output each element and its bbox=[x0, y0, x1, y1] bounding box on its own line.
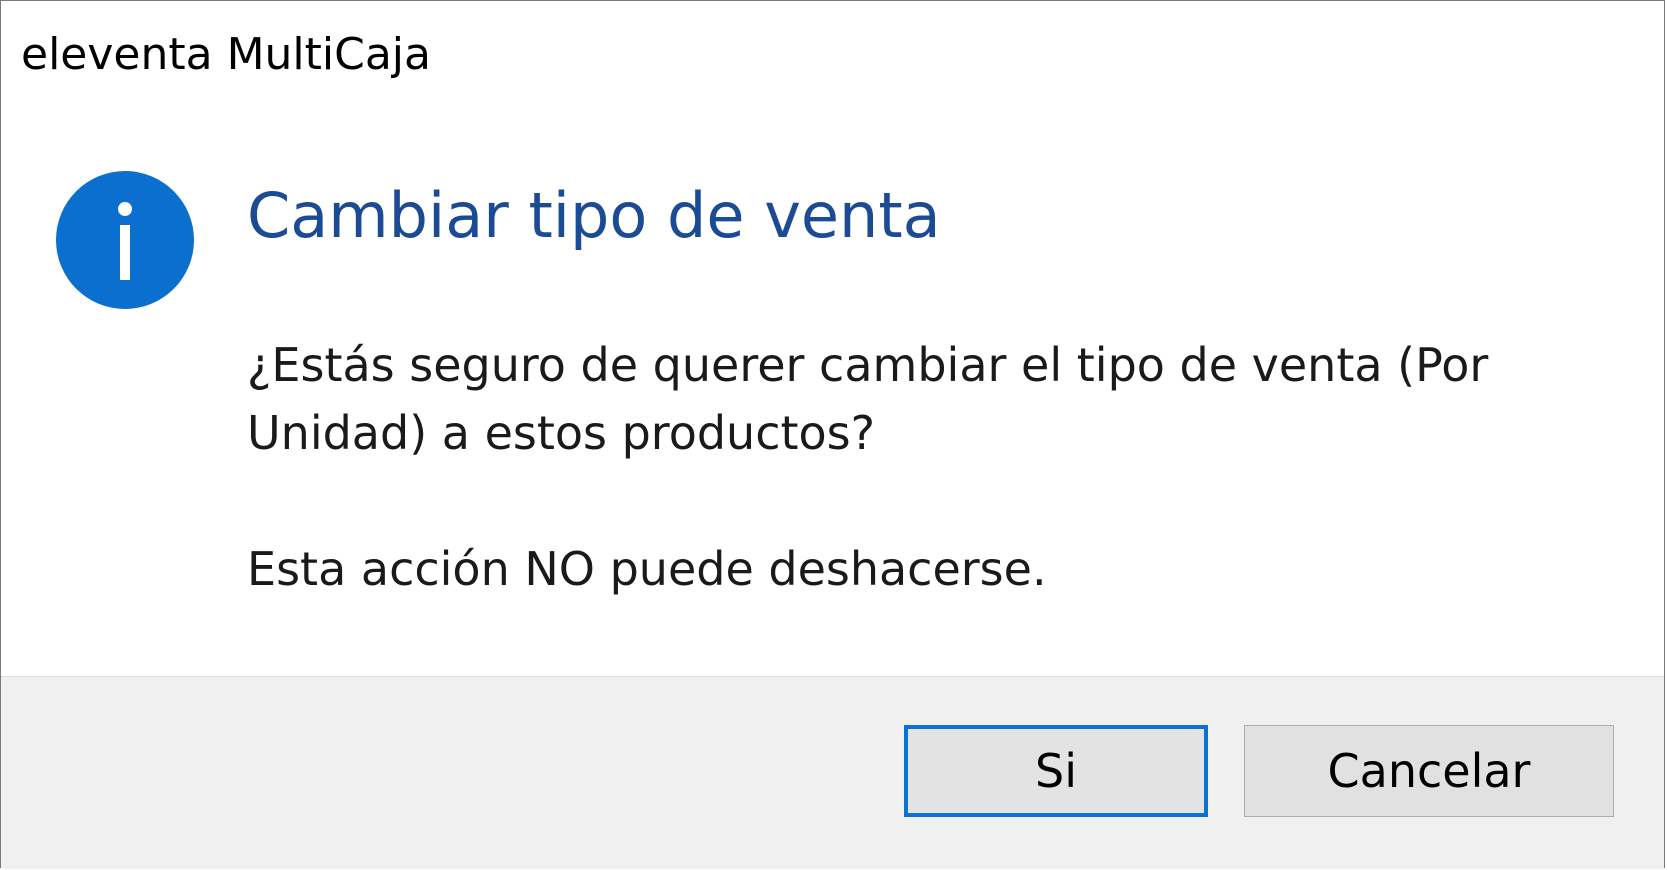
message-line-1: ¿Estás seguro de querer cambiar el tipo … bbox=[247, 338, 1489, 392]
main-instruction: Cambiar tipo de venta bbox=[247, 179, 941, 252]
dialog-content: Cambiar tipo de venta ¿Estás seguro de q… bbox=[1, 121, 1664, 676]
message-line-3: Esta acción NO puede deshacerse. bbox=[247, 542, 1047, 596]
dialog-titlebar: eleventa MultiCaja bbox=[1, 1, 1664, 121]
dialog-footer: Si Cancelar bbox=[1, 676, 1664, 869]
yes-button[interactable]: Si bbox=[904, 725, 1208, 817]
info-icon bbox=[56, 171, 194, 309]
message-dialog: eleventa MultiCaja Cambiar tipo de venta… bbox=[0, 0, 1665, 869]
window-title: eleventa MultiCaja bbox=[21, 29, 431, 80]
cancel-button[interactable]: Cancelar bbox=[1244, 725, 1614, 817]
message-line-2: Unidad) a estos productos? bbox=[247, 406, 876, 460]
